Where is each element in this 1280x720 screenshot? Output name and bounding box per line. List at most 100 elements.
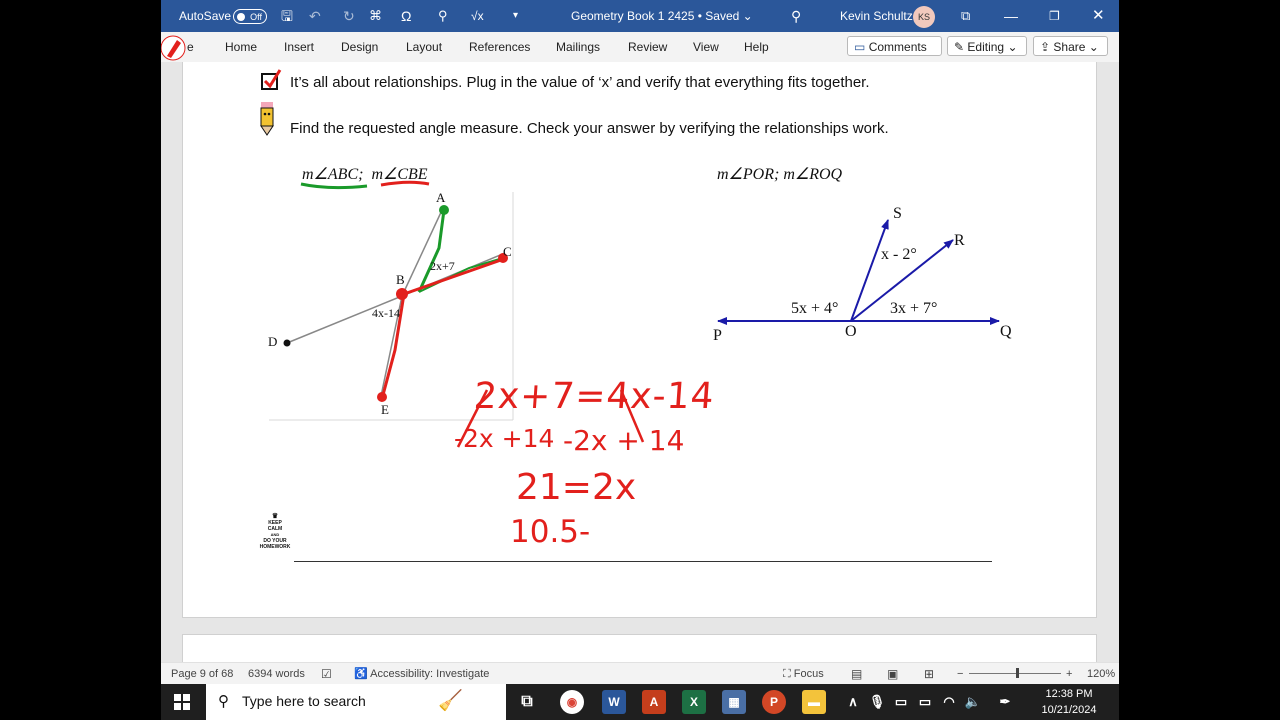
undo-icon[interactable]: ↶ [309, 0, 321, 32]
zoom-slider-thumb[interactable] [1016, 668, 1019, 678]
search-icon[interactable]: ⚲ [791, 0, 801, 32]
microphone-icon[interactable]: 🎙 [865, 690, 889, 714]
next-page[interactable] [182, 634, 1097, 662]
share-button[interactable]: ⇪ Share ⌄ [1033, 36, 1108, 56]
zoom-level[interactable]: 120% [1087, 663, 1115, 684]
redo-icon[interactable]: ↻ [343, 0, 355, 32]
document-page[interactable]: It’s all about relationships. Plug in th… [182, 62, 1097, 618]
point-p-label: P [713, 327, 722, 344]
acrobat-icon[interactable]: A [642, 690, 666, 714]
customize-toolbar-icon[interactable]: ▾ [513, 0, 518, 32]
tab-insert[interactable]: Insert [284, 32, 314, 62]
problem2-diagram [717, 219, 1000, 325]
status-bar: Page 9 of 68 6394 words ☑ ♿ Accessibilit… [161, 662, 1119, 684]
point-q-label: Q [1000, 323, 1012, 340]
angle-label-5x4: 5x + 4° [791, 300, 839, 317]
focus-button[interactable]: ⛶ Focus [783, 663, 824, 684]
document-title[interactable]: Geometry Book 1 2425 • Saved ⌄ [571, 0, 753, 32]
equation-icon[interactable]: √x [471, 0, 484, 32]
problem2-prompt: m∠POR; m∠ROQ [717, 166, 843, 183]
screen-icon[interactable]: ▭ [889, 690, 913, 714]
editing-button[interactable]: ✎ Editing ⌄ [947, 36, 1027, 56]
tab-help[interactable]: Help [744, 32, 769, 62]
pin-icon[interactable]: ⚲ [438, 0, 448, 32]
restore-icon[interactable]: ❐ [1049, 0, 1060, 32]
autosave-label: AutoSave [179, 9, 232, 23]
tab-view[interactable]: View [693, 32, 719, 62]
point-r-label: R [954, 232, 965, 249]
web-layout-icon[interactable]: ⊞ [924, 663, 934, 684]
angle-label-2x7: 2x+7 [430, 259, 455, 273]
save-icon[interactable]: 🖫 [281, 0, 293, 32]
minimize-icon[interactable]: — [1004, 0, 1018, 32]
point-b-label: B [396, 272, 405, 287]
battery-icon[interactable]: ▭ [913, 690, 937, 714]
angle-label-4x14: 4x-14 [372, 306, 400, 320]
page-count[interactable]: Page 9 of 68 [171, 663, 233, 684]
autosave-toggle[interactable]: Off [233, 0, 267, 32]
zoom-in-button[interactable]: + [1066, 663, 1072, 684]
file-explorer-icon[interactable]: ▬ [802, 690, 826, 714]
show-hidden-icons[interactable]: ∧ [841, 690, 865, 714]
focus-icon: ⛶ [783, 668, 791, 680]
avatar[interactable]: KS [913, 0, 935, 32]
title-bar: AutoSave Off 🖫 ↶ ↻ ⌘ Ω ⚲ √x ▾ Geometry B… [161, 0, 1119, 32]
read-mode-icon[interactable]: ▤ [851, 663, 862, 684]
point-e-label: E [381, 402, 389, 417]
keep-calm-logo: ♛ KEEP CALM AND DO YOUR HOMEWORK [256, 513, 294, 550]
draw-pen-icon[interactable] [161, 32, 187, 64]
clock-date: 10/21/2024 [1041, 704, 1097, 716]
handwriting-line-4: 10.5- [510, 514, 591, 550]
word-icon[interactable]: W [602, 690, 626, 714]
powerpoint-icon[interactable]: P [762, 690, 786, 714]
excel-icon[interactable]: X [682, 690, 706, 714]
close-icon[interactable]: ✕ [1092, 0, 1105, 32]
word-count[interactable]: 6394 words [248, 663, 305, 684]
volume-icon[interactable]: 🔈 [961, 690, 985, 714]
proofing-icon[interactable]: ☑ [321, 663, 332, 684]
wifi-icon[interactable]: ◠ [937, 690, 961, 714]
tab-layout[interactable]: Layout [406, 32, 442, 62]
taskbar: ⚲ Type here to search 🧹 ⧉ ◉ W A X ▦ P ▬ … [161, 684, 1119, 720]
comments-button[interactable]: ▭ Comments [847, 36, 942, 56]
point-d-label: D [268, 334, 278, 349]
format-painter-icon[interactable]: ⌘ [369, 0, 382, 32]
point-o-label: O [845, 323, 857, 340]
tab-design[interactable]: Design [341, 32, 378, 62]
symbol-icon[interactable]: Ω [401, 0, 411, 32]
share-icon: ⇪ [1040, 40, 1051, 54]
pencil-icon: ✎ [954, 40, 965, 54]
checkbox-icon [261, 69, 282, 90]
instruction-2: Find the requested angle measure. Check … [290, 120, 889, 137]
handwriting-strike-marks [456, 389, 645, 448]
point-c-label: C [503, 244, 512, 259]
chrome-icon[interactable]: ◉ [560, 690, 584, 714]
ribbon: e Home Insert Design Layout References M… [161, 32, 1119, 63]
ribbon-display-icon[interactable]: ⧉ [961, 0, 970, 32]
windows-start-icon[interactable] [174, 694, 190, 710]
accessibility-status[interactable]: ♿ Accessibility: Investigate [354, 663, 489, 684]
calculator-icon[interactable]: ▦ [722, 690, 746, 714]
search-icon: ⚲ [218, 693, 229, 710]
tab-review[interactable]: Review [628, 32, 667, 62]
print-layout-icon[interactable]: ▣ [887, 663, 898, 684]
answer-line [294, 561, 992, 562]
pencil-cartoon-icon [260, 102, 274, 136]
handwriting-line-3: 21=2x [516, 467, 637, 508]
tab-home[interactable]: Home [225, 32, 257, 62]
angle-label-x-2: x - 2° [881, 246, 917, 263]
search-placeholder: Type here to search [242, 693, 366, 709]
task-view-icon[interactable]: ⧉ [515, 690, 539, 714]
tab-mailings[interactable]: Mailings [556, 32, 600, 62]
taskbar-search-box[interactable]: ⚲ Type here to search 🧹 [206, 684, 506, 720]
tab-file[interactable]: e [187, 32, 194, 62]
tab-references[interactable]: References [469, 32, 530, 62]
clock-time: 12:38 PM [1045, 688, 1093, 700]
search-highlight-icon[interactable]: 🧹 [438, 688, 463, 713]
zoom-out-button[interactable]: − [957, 663, 963, 684]
pen-icon[interactable]: ✒ [993, 690, 1017, 714]
word-window: AutoSave Off 🖫 ↶ ↻ ⌘ Ω ⚲ √x ▾ Geometry B… [161, 0, 1119, 684]
clock[interactable]: 12:38 PM 10/21/2024 [1023, 686, 1115, 718]
zoom-slider[interactable] [969, 668, 1061, 678]
document-area[interactable]: It’s all about relationships. Plug in th… [161, 62, 1119, 662]
